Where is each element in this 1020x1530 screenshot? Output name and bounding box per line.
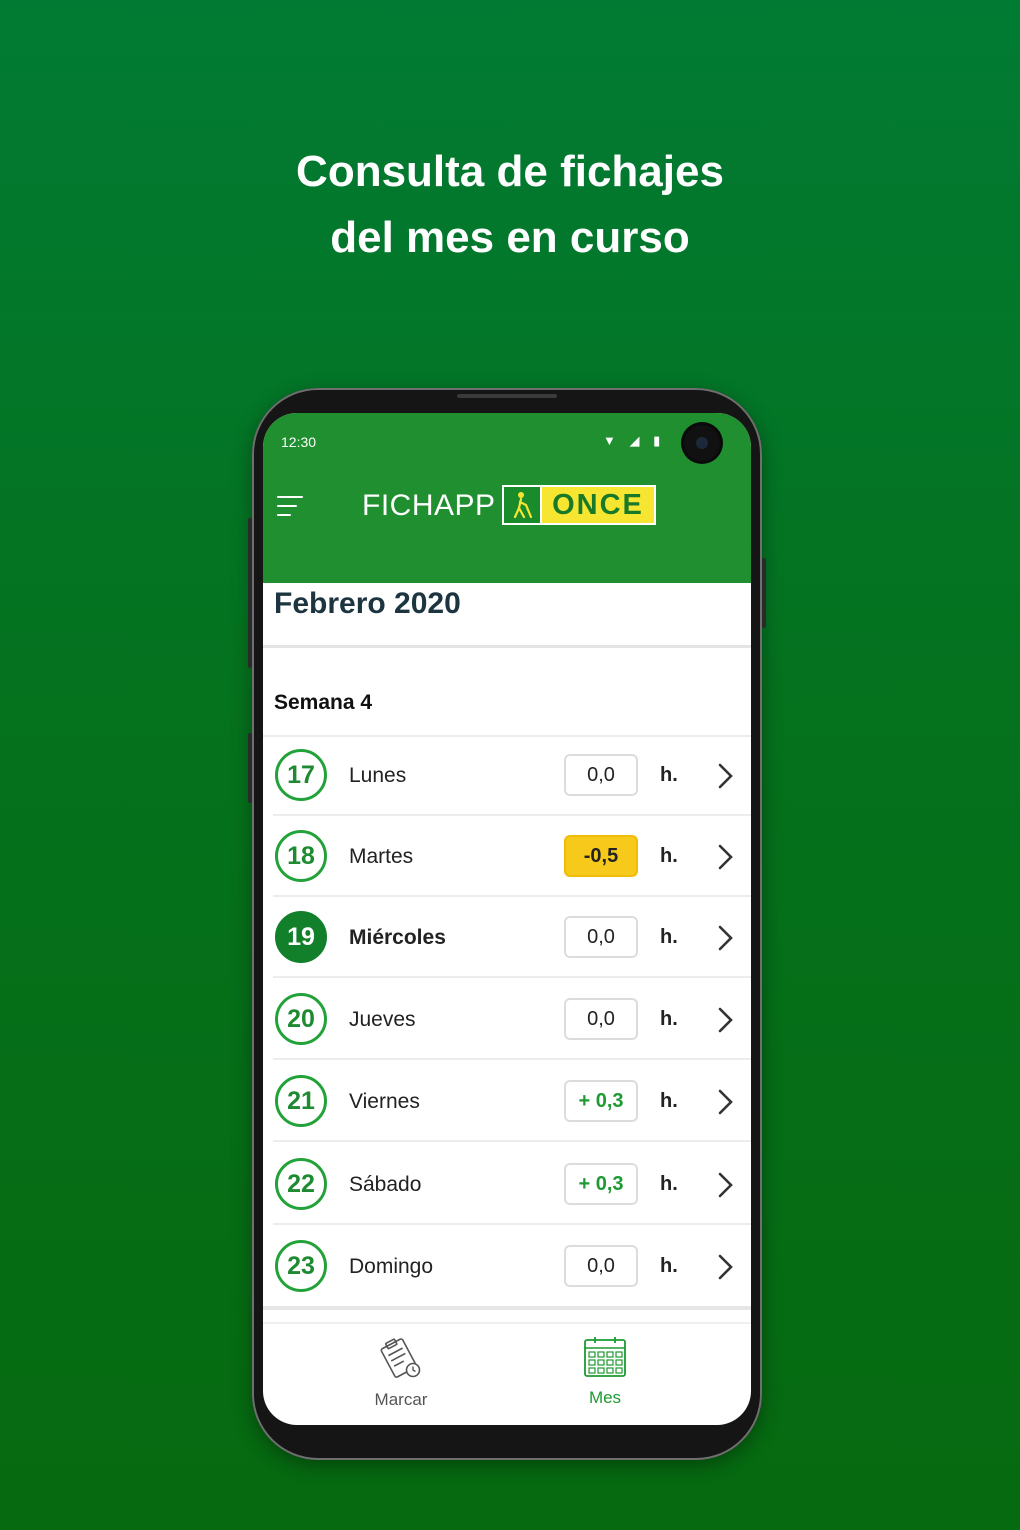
phone-bixby-button xyxy=(248,733,252,803)
once-logo-text: ONCE xyxy=(542,487,654,523)
row-separator xyxy=(273,1058,751,1060)
hours-balance-box: 0,0 xyxy=(564,754,638,796)
day-number-badge: 23 xyxy=(275,1240,327,1292)
chevron-right-icon[interactable] xyxy=(715,925,737,951)
hours-unit: h. xyxy=(660,845,678,867)
signal-icon: ◢ xyxy=(629,433,640,448)
day-name: Jueves xyxy=(349,1008,416,1031)
hours-unit: h. xyxy=(660,926,678,948)
day-name: Domingo xyxy=(349,1255,434,1278)
row-separator xyxy=(273,976,751,978)
hours-balance-box: + 0,3 xyxy=(564,1080,638,1122)
nav-marcar-label: Marcar xyxy=(374,1390,428,1409)
day-row[interactable]: 22 Sábado + 0,3 h. xyxy=(263,1145,751,1225)
day-row[interactable]: 17 Lunes 0,0 h. xyxy=(263,736,751,816)
once-logo: ONCE xyxy=(502,485,656,525)
blind-person-icon xyxy=(504,487,542,523)
row-separator xyxy=(273,895,751,897)
day-number-badge: 18 xyxy=(275,830,327,882)
calendar-grid-icon xyxy=(584,1337,626,1377)
phone-speaker xyxy=(457,394,557,398)
month-divider xyxy=(263,645,751,648)
clipboard-clock-icon xyxy=(380,1338,421,1378)
hours-balance-box: 0,0 xyxy=(564,916,638,958)
day-number-badge: 22 xyxy=(275,1158,327,1210)
row-separator xyxy=(273,814,751,816)
list-end-divider xyxy=(263,1306,751,1310)
hours-unit: h. xyxy=(660,1255,678,1277)
nav-mes-label: Mes xyxy=(588,1388,622,1407)
day-row[interactable]: 19 Miércoles 0,0 h. xyxy=(263,898,751,978)
front-camera xyxy=(684,425,720,461)
chevron-right-icon[interactable] xyxy=(715,844,737,870)
day-row[interactable]: 21 Viernes + 0,3 h. xyxy=(263,1062,751,1142)
status-icons: ▼ ◢ ▮ xyxy=(603,433,670,449)
week-title: Semana 4 xyxy=(274,691,373,714)
month-title: Febrero 2020 xyxy=(274,587,461,620)
hours-unit: h. xyxy=(660,1173,678,1195)
phone-volume-button xyxy=(248,518,252,668)
day-name: Viernes xyxy=(349,1090,420,1113)
day-number-badge: 20 xyxy=(275,993,327,1045)
day-row[interactable]: 18 Martes -0,5 h. xyxy=(263,817,751,897)
app-brand-title: FICHAPP xyxy=(362,489,496,522)
battery-icon: ▮ xyxy=(653,433,661,448)
bottom-nav-top-border xyxy=(263,1322,751,1324)
day-number-badge: 19 xyxy=(275,911,327,963)
day-row[interactable]: 23 Domingo 0,0 h. xyxy=(263,1227,751,1307)
hours-unit: h. xyxy=(660,764,678,786)
day-row[interactable]: 20 Jueves 0,0 h. xyxy=(263,980,751,1060)
wifi-icon: ▼ xyxy=(603,433,616,448)
day-name: Lunes xyxy=(349,764,407,787)
hamburger-menu-icon[interactable] xyxy=(277,496,305,520)
app-screen: 12:30 ▼ ◢ ▮ FICHAPP ONCE Febrero 2020 Se… xyxy=(263,413,751,1425)
nav-mes[interactable]: Mes xyxy=(550,1335,660,1408)
hours-balance-box: 0,0 xyxy=(564,998,638,1040)
chevron-right-icon[interactable] xyxy=(715,763,737,789)
chevron-right-icon[interactable] xyxy=(715,1007,737,1033)
hours-balance-box: -0,5 xyxy=(564,835,638,877)
day-name: Miércoles xyxy=(349,926,446,949)
row-separator xyxy=(273,1223,751,1225)
nav-marcar[interactable]: Marcar xyxy=(346,1335,456,1410)
day-name: Sábado xyxy=(349,1173,422,1196)
day-number-badge: 21 xyxy=(275,1075,327,1127)
chevron-right-icon[interactable] xyxy=(715,1254,737,1280)
headline-line-2: del mes en curso xyxy=(330,213,690,262)
hours-unit: h. xyxy=(660,1090,678,1112)
hours-balance-box: 0,0 xyxy=(564,1245,638,1287)
chevron-right-icon[interactable] xyxy=(715,1172,737,1198)
hours-unit: h. xyxy=(660,1008,678,1030)
hours-balance-box: + 0,3 xyxy=(564,1163,638,1205)
headline-line-1: Consulta de fichajes xyxy=(296,147,724,196)
row-separator xyxy=(273,1140,751,1142)
day-number-badge: 17 xyxy=(275,749,327,801)
status-time: 12:30 xyxy=(281,434,317,450)
phone-power-button xyxy=(762,558,766,628)
day-name: Martes xyxy=(349,845,414,868)
chevron-right-icon[interactable] xyxy=(715,1089,737,1115)
